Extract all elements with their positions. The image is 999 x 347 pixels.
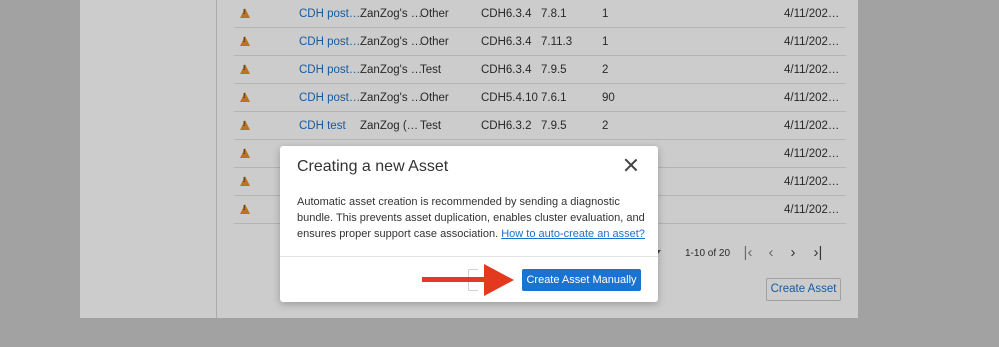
dialog-divider [280, 256, 658, 257]
close-icon[interactable] [622, 156, 640, 174]
create-asset-manually-button[interactable]: Create Asset Manually [522, 269, 641, 291]
red-arrow-annotation [422, 277, 492, 282]
red-arrow-head [484, 264, 514, 296]
dialog-title: Creating a new Asset [297, 158, 449, 175]
auto-create-help-link[interactable]: How to auto-create an asset? [501, 228, 645, 240]
dialog-body: Automatic asset creation is recommended … [297, 194, 647, 242]
